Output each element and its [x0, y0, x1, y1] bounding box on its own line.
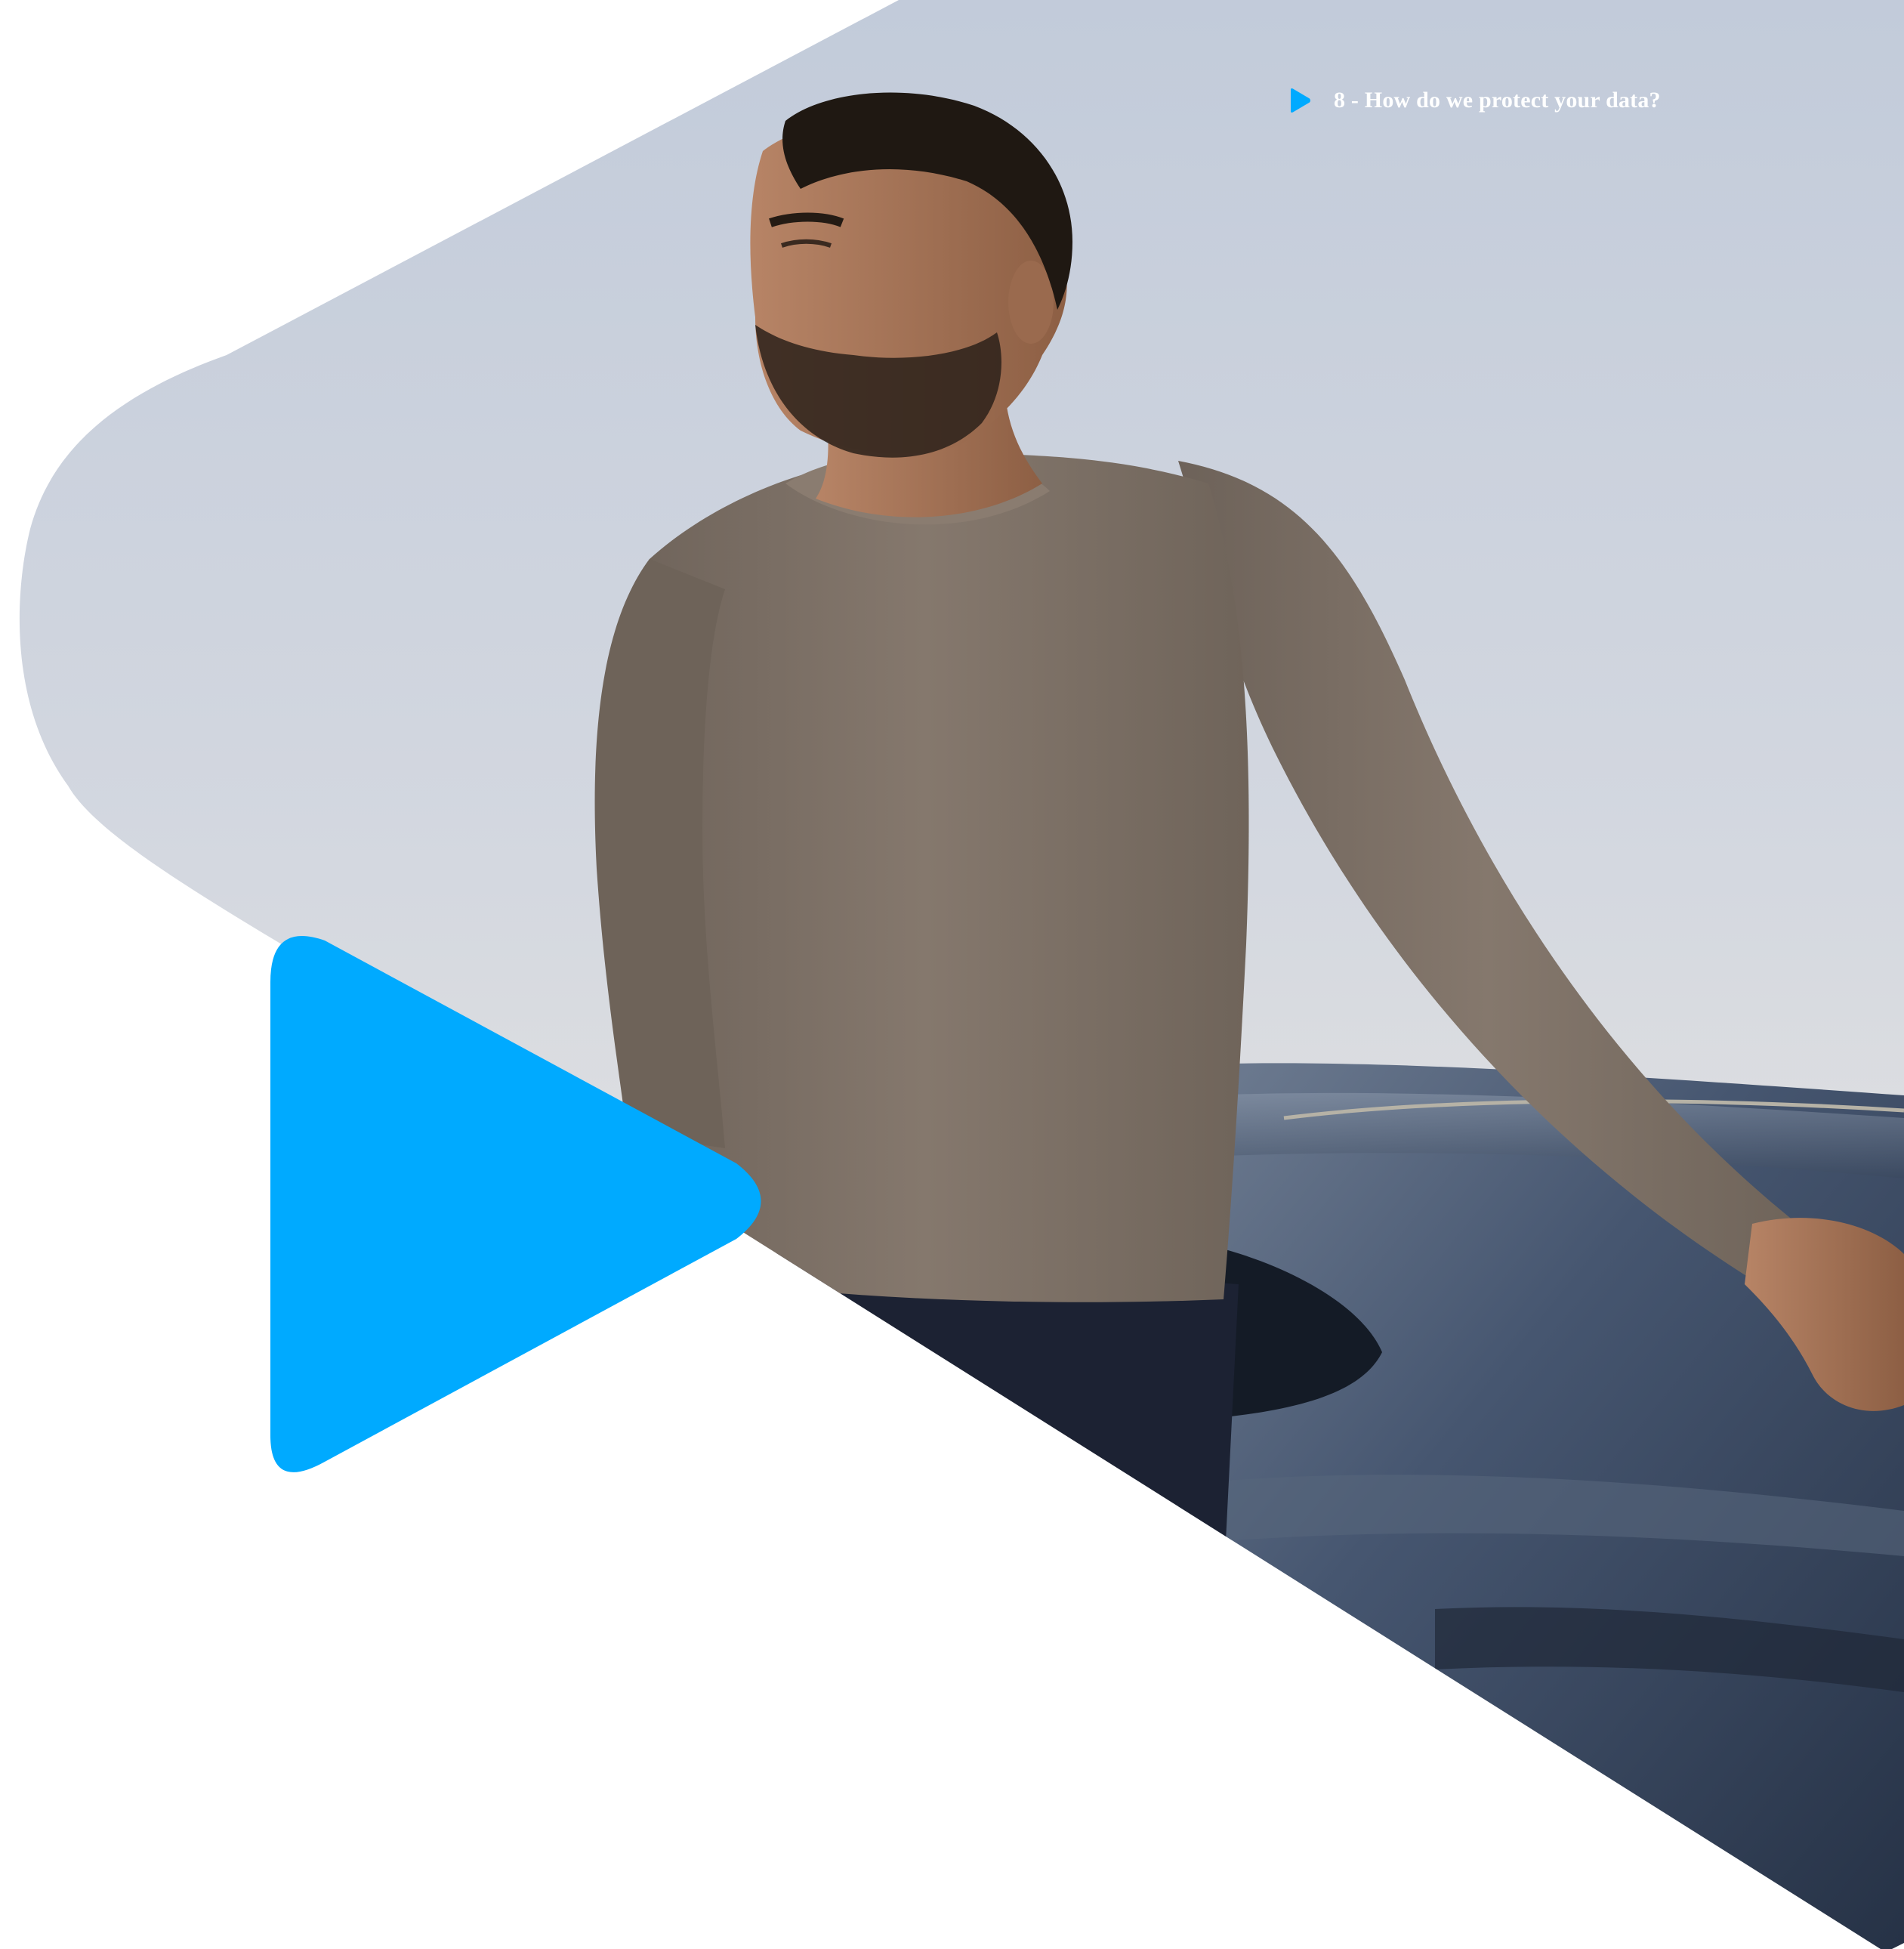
brochure-page: 8 - How do we protect your data?: [0, 0, 1904, 1949]
play-triangle-icon: [1291, 88, 1310, 113]
section-link-label: 8 - How do we protect your data?: [1334, 88, 1661, 113]
hero-photo: [19, 0, 1904, 1949]
section-link-protect-data[interactable]: 8 - How do we protect your data?: [1288, 88, 1661, 113]
